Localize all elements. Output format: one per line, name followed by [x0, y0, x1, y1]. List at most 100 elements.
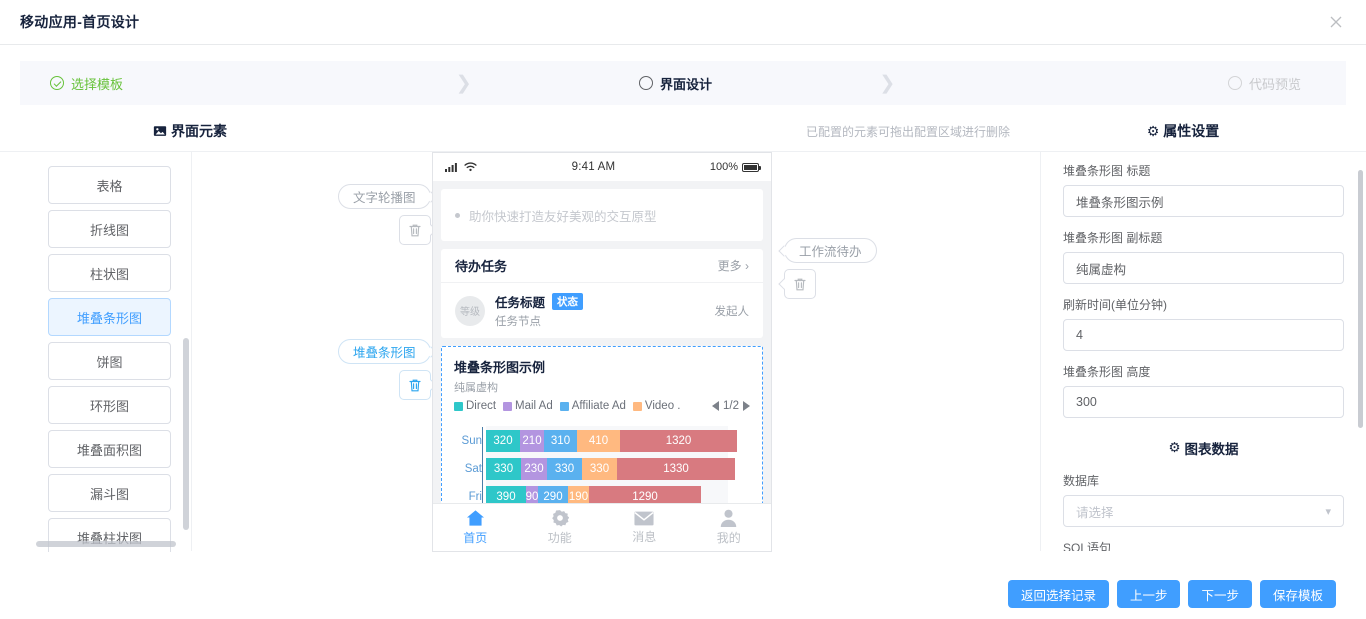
database-select[interactable]: 请选择 ▾: [1063, 495, 1344, 527]
legend-item-direct[interactable]: Direct: [454, 400, 496, 412]
next-step-button[interactable]: 下一步: [1188, 580, 1252, 608]
chart-subtitle-input-value: 纯属虚构: [1076, 259, 1126, 278]
palette-item-label: 柱状图: [90, 264, 129, 283]
palette-vertical-scrollbar[interactable]: [183, 338, 189, 530]
task-title-row: 任务标题 状态: [495, 292, 583, 311]
legend-item-mail-ad[interactable]: Mail Ad: [503, 400, 553, 412]
trash-icon: [408, 223, 422, 238]
dialog-body: 表格 折线图 柱状图 堆叠条形图 饼图 环形图 堆叠面积图 漏斗图 堆叠柱状图 …: [0, 151, 1366, 551]
delete-workflow-todo-button[interactable]: [784, 269, 816, 299]
step-label: 选择模板: [71, 74, 123, 93]
chart-bar-row-sun: Sun 320 210 310 410 1320: [486, 430, 750, 452]
bar-segment: 320: [486, 430, 520, 452]
bar-segment: 410: [577, 430, 620, 452]
element-tag-label: 堆叠条形图: [353, 342, 416, 361]
step-label: 代码预览: [1249, 74, 1301, 93]
avatar: 等级: [455, 296, 485, 326]
chart-title: 堆叠条形图示例: [454, 357, 750, 376]
bar-segment: 1320: [620, 430, 737, 452]
chart-axis-tick: [482, 427, 485, 455]
todo-more-link[interactable]: 更多 ›: [718, 257, 749, 274]
palette-item-bar-chart[interactable]: 柱状图: [48, 254, 171, 292]
triangle-left-icon[interactable]: [712, 401, 719, 411]
todo-header: 待办任务 更多 ›: [441, 249, 763, 283]
element-tag-label-wrap[interactable]: 堆叠条形图: [338, 339, 431, 364]
tab-profile[interactable]: 我的: [687, 504, 772, 551]
phone-content: 助你快速打造友好美观的交互原型 待办任务 更多 › 等级 任务标题: [433, 181, 771, 524]
palette-item-stacked-area-chart[interactable]: 堆叠面积图: [48, 430, 171, 468]
text-carousel-widget[interactable]: 助你快速打造友好美观的交互原型: [441, 189, 763, 241]
element-tag-text-carousel: 文字轮播图: [338, 184, 431, 245]
triangle-right-icon[interactable]: [743, 401, 750, 411]
tab-label: 功能: [548, 529, 572, 546]
palette-item-donut-chart[interactable]: 环形图: [48, 386, 171, 424]
left-panel-title-label: 界面元素: [171, 121, 227, 141]
chart-height-input[interactable]: 300: [1063, 386, 1344, 418]
stacked-bar-chart-widget[interactable]: 堆叠条形图示例 纯属虚构 Direct Mail Ad Affiliate Ad…: [441, 346, 763, 516]
legend-item-affiliate-ad[interactable]: Affiliate Ad: [560, 400, 626, 412]
chart-height-input-value: 300: [1076, 395, 1097, 409]
todo-widget[interactable]: 待办任务 更多 › 等级 任务标题 状态 任务节点: [441, 249, 763, 338]
properties-panel: 堆叠条形图 标题 堆叠条形图示例 堆叠条形图 副标题 纯属虚构 刷新时间(单位分…: [1040, 152, 1366, 551]
step-label: 界面设计: [660, 74, 712, 93]
step-ui-design[interactable]: 界面设计: [474, 74, 878, 93]
carousel-dot-icon: [455, 213, 460, 218]
carousel-text: 助你快速打造友好美观的交互原型: [469, 206, 657, 225]
legend-label: Affiliate Ad: [572, 400, 626, 412]
legend-pagination: 1/2: [712, 400, 750, 412]
palette-item-stacked-bar-chart[interactable]: 堆叠条形图: [48, 298, 171, 336]
properties-scrollbar[interactable]: [1358, 170, 1363, 428]
legend-swatch: [633, 402, 642, 411]
element-tag-label-wrap[interactable]: 工作流待办: [784, 238, 877, 263]
close-icon[interactable]: [1326, 12, 1346, 32]
canvas-hint-wrap: 已配置的元素可拖出配置区域进行删除: [360, 123, 1020, 140]
wifi-icon: [464, 162, 477, 172]
step-select-template[interactable]: 选择模板: [20, 74, 454, 93]
palette-horizontal-scrollbar[interactable]: [36, 541, 176, 547]
palette-item-funnel-chart[interactable]: 漏斗图: [48, 474, 171, 512]
status-bar-right: 100%: [710, 161, 759, 173]
save-template-button[interactable]: 保存模板: [1260, 580, 1336, 608]
user-icon: [720, 509, 737, 527]
delete-text-carousel-button[interactable]: [399, 215, 431, 245]
prev-step-button[interactable]: 上一步: [1117, 580, 1181, 608]
back-to-records-button[interactable]: 返回选择记录: [1008, 580, 1109, 608]
chart-data-section-label: 图表数据: [1185, 438, 1239, 458]
element-tag-label-wrap[interactable]: 文字轮播图: [338, 184, 431, 209]
trash-icon: [793, 277, 807, 292]
delete-stacked-bar-button[interactable]: [399, 370, 431, 400]
home-icon: [466, 509, 485, 527]
gear-icon: [551, 509, 569, 527]
tab-features[interactable]: 功能: [518, 504, 603, 551]
status-bar-time: 9:41 AM: [477, 161, 710, 173]
steps-wrapper: 选择模板 ❯ 界面设计 ❯ 代码预览: [0, 45, 1366, 105]
database-select-placeholder: 请选择: [1076, 502, 1114, 521]
refresh-interval-input[interactable]: 4: [1063, 319, 1344, 351]
legend-label: Mail Ad: [515, 400, 553, 412]
palette-item-pie-chart[interactable]: 饼图: [48, 342, 171, 380]
chart-subtitle-input[interactable]: 纯属虚构: [1063, 252, 1344, 284]
task-node: 任务节点: [495, 313, 583, 329]
element-tag-stacked-bar: 堆叠条形图: [338, 339, 431, 400]
mail-icon: [634, 511, 654, 526]
todo-list-item[interactable]: 等级 任务标题 状态 任务节点 发起人: [441, 283, 763, 338]
field-label-chart-subtitle: 堆叠条形图 副标题: [1063, 229, 1344, 246]
bar-segment: 230: [521, 458, 547, 480]
chart-title-input[interactable]: 堆叠条形图示例: [1063, 185, 1344, 217]
step-separator-2: ❯: [877, 74, 897, 93]
tab-label: 消息: [632, 528, 656, 545]
legend-item-video-ad[interactable]: Video .: [633, 400, 681, 412]
palette-item-table[interactable]: 表格: [48, 166, 171, 204]
chart-category-label: Fri: [454, 491, 482, 503]
field-label-database: 数据库: [1063, 472, 1344, 489]
gear-icon: ⚙: [1147, 123, 1160, 140]
tab-messages[interactable]: 消息: [602, 504, 687, 551]
dialog-titlebar: 移动应用-首页设计: [0, 0, 1366, 45]
palette-item-line-chart[interactable]: 折线图: [48, 210, 171, 248]
chart-subtitle: 纯属虚构: [454, 379, 750, 395]
step-code-preview[interactable]: 代码预览: [897, 74, 1346, 93]
palette-item-label: 堆叠面积图: [77, 440, 142, 459]
bar-segment: 330: [547, 458, 582, 480]
tab-home[interactable]: 首页: [433, 504, 518, 551]
legend-label: Video .: [645, 400, 681, 412]
